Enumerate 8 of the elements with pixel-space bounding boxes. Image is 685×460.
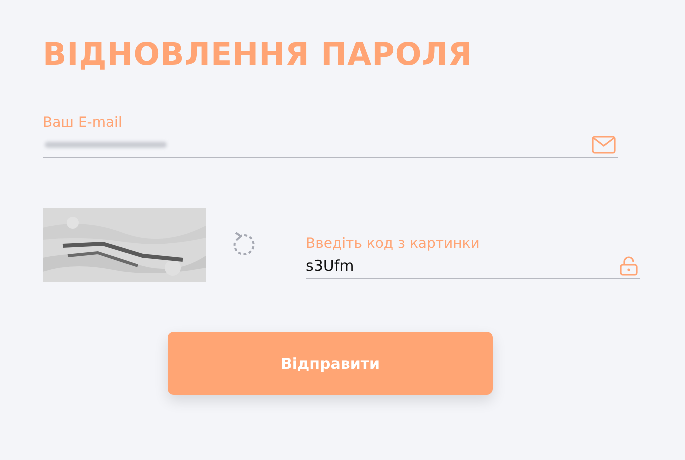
field-value: s3Ufm <box>306 256 354 274</box>
field-label: Введіть код з картинки <box>306 234 481 254</box>
code-field[interactable]: s3Ufm <box>306 254 640 278</box>
field-label: Ваш E-mail <box>43 114 124 133</box>
lock-icon <box>620 256 638 276</box>
mail-icon <box>592 136 616 154</box>
email-field[interactable] <box>43 133 618 158</box>
page-title: ВІДНОВЛЕННЯ ПАРОЛЯ <box>43 36 474 75</box>
